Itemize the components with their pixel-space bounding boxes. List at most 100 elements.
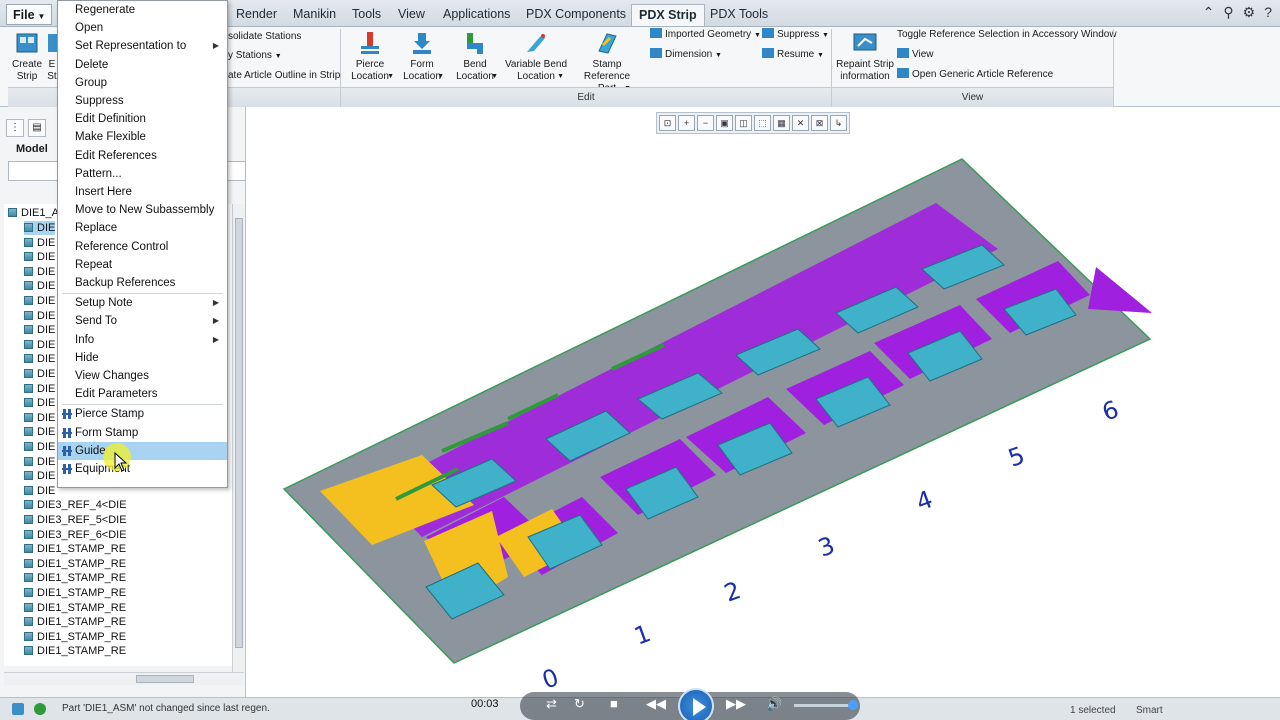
fast-forward-icon[interactable]: ▶▶ bbox=[726, 696, 746, 712]
annotation-display-icon[interactable]: ⊠ bbox=[811, 115, 828, 131]
settings-icon[interactable]: ⚙ bbox=[1243, 4, 1256, 24]
tree-item[interactable]: DIE bbox=[24, 367, 55, 381]
tree-item[interactable]: DIE3_REF_5<DIE bbox=[24, 513, 127, 527]
menu-item-open[interactable]: Open bbox=[58, 19, 227, 37]
tree-item[interactable]: DIE3_REF_4<DIE bbox=[24, 498, 127, 512]
tree-item[interactable]: DIE bbox=[24, 455, 55, 469]
menu-item-move-to-new-subassembly[interactable]: Move to New Subassembly bbox=[58, 201, 227, 219]
tree-item[interactable]: DIE bbox=[24, 279, 55, 293]
menu-item-hide[interactable]: Hide bbox=[58, 349, 227, 367]
tree-horizontal-scrollbar[interactable] bbox=[4, 672, 244, 685]
strip-layout-model[interactable]: 0 1 2 3 4 5 6 bbox=[246, 107, 1280, 697]
tab-view[interactable]: View bbox=[391, 4, 432, 26]
tree-item[interactable]: DIE bbox=[24, 323, 55, 337]
menu-item-edit-references[interactable]: Edit References bbox=[58, 147, 227, 165]
datum-display-icon[interactable]: ✕ bbox=[792, 115, 809, 131]
search-icon[interactable]: ⚲ bbox=[1223, 4, 1233, 24]
tree-item[interactable]: DIE bbox=[24, 396, 55, 410]
tab-applications[interactable]: Applications bbox=[436, 4, 517, 26]
zoom-out-icon[interactable]: − bbox=[697, 115, 714, 131]
bend-location-button[interactable]: Bend Location ▼ bbox=[450, 31, 500, 83]
tree-item[interactable]: DIE1_STAMP_RE bbox=[24, 644, 126, 658]
tab-manikin[interactable]: Manikin bbox=[286, 4, 343, 26]
tree-item[interactable]: DIE1_STAMP_RE bbox=[24, 571, 126, 585]
menu-item-repeat[interactable]: Repeat bbox=[58, 256, 227, 274]
tree-item[interactable]: DIE bbox=[24, 352, 55, 366]
tree-item[interactable]: DIE bbox=[24, 411, 55, 425]
tab-pdx-components[interactable]: PDX Components bbox=[519, 4, 633, 26]
menu-item-pierce-stamp[interactable]: Pierce Stamp bbox=[58, 405, 227, 423]
file-menu[interactable]: File ▼ bbox=[6, 4, 53, 25]
tree-item[interactable]: DIE bbox=[24, 484, 55, 498]
stop-icon[interactable]: ■ bbox=[610, 696, 618, 711]
help-icon[interactable]: ? bbox=[1264, 4, 1272, 24]
variable-bend-location-button[interactable]: Variable Bend Location ▼ bbox=[504, 31, 568, 83]
rewind-icon[interactable]: ◀◀ bbox=[646, 696, 666, 712]
tree-item[interactable]: DIE bbox=[24, 250, 55, 264]
volume-icon[interactable]: 🔊 bbox=[766, 696, 782, 712]
resume-button[interactable]: Resume ▼ bbox=[762, 47, 824, 63]
menu-item-suppress[interactable]: Suppress bbox=[58, 92, 227, 110]
consolidate-stations-button[interactable]: solidate Stations bbox=[228, 29, 301, 45]
chevron-up-icon[interactable]: ⌃ bbox=[1203, 4, 1215, 24]
tree-vertical-scrollbar[interactable] bbox=[232, 204, 244, 672]
menu-item-send-to[interactable]: Send To ▶ bbox=[58, 312, 227, 330]
scrollbar-thumb[interactable] bbox=[136, 675, 194, 683]
tab-pdx-strip[interactable]: PDX Strip bbox=[631, 4, 705, 26]
open-generic-article-button[interactable]: Open Generic Article Reference bbox=[897, 67, 1053, 83]
menu-item-equipment[interactable]: Equipment bbox=[58, 460, 227, 478]
display-style-icon[interactable]: ◫ bbox=[735, 115, 752, 131]
menu-item-backup-references[interactable]: Backup References bbox=[58, 274, 227, 292]
menu-item-edit-definition[interactable]: Edit Definition bbox=[58, 110, 227, 128]
tree-item[interactable]: DIE1_STAMP_RE bbox=[24, 630, 126, 644]
menu-item-pattern[interactable]: Pattern... bbox=[58, 165, 227, 183]
menu-item-delete[interactable]: Delete bbox=[58, 56, 227, 74]
tree-item[interactable]: DIE bbox=[24, 338, 55, 352]
menu-item-setup-note[interactable]: Setup Note ▶ bbox=[58, 294, 227, 312]
tree-item[interactable]: DIE bbox=[24, 382, 55, 396]
spin-center-icon[interactable]: ↳ bbox=[830, 115, 847, 131]
repaint-strip-button[interactable]: Repaint Strip information bbox=[834, 31, 896, 83]
refit-icon[interactable]: ⊡ bbox=[659, 115, 676, 131]
menu-item-group[interactable]: Group bbox=[58, 74, 227, 92]
tab-tools[interactable]: Tools bbox=[345, 4, 388, 26]
tree-item[interactable]: DIE bbox=[24, 309, 55, 323]
article-outline-button[interactable]: ate Article Outline in Strip bbox=[228, 68, 340, 84]
tab-pdx-tools[interactable]: PDX Tools bbox=[703, 4, 775, 26]
loop-icon[interactable]: ⇄ bbox=[546, 696, 557, 712]
menu-item-reference-control[interactable]: Reference Control bbox=[58, 238, 227, 256]
suppress-button[interactable]: Suppress ▼ bbox=[762, 27, 829, 43]
view-manager-icon[interactable]: ▦ bbox=[773, 115, 790, 131]
create-strip-button[interactable]: Create Strip bbox=[10, 31, 44, 83]
pierce-location-button[interactable]: Pierce Location ▼ bbox=[344, 31, 396, 83]
play-button[interactable] bbox=[678, 688, 714, 720]
dimension-button[interactable]: Dimension ▼ bbox=[650, 47, 722, 63]
menu-item-set-representation-to[interactable]: Set Representation to ▶ bbox=[58, 37, 227, 55]
repeat-icon[interactable]: ↻ bbox=[574, 696, 585, 712]
model-tree-icon[interactable]: ⋮ bbox=[6, 119, 24, 137]
tree-item[interactable]: DIE bbox=[24, 469, 55, 483]
tree-item[interactable]: DIE bbox=[24, 440, 55, 454]
tree-item[interactable]: DIE bbox=[24, 265, 55, 279]
saved-orientations-icon[interactable]: ⬚ bbox=[754, 115, 771, 131]
stamp-reference-part-button[interactable]: Stamp Reference Part▼ bbox=[569, 31, 645, 95]
imported-geometry-button[interactable]: Imported Geometry ▼ bbox=[650, 27, 761, 43]
repaint-icon[interactable]: ▣ bbox=[716, 115, 733, 131]
scrollbar-thumb[interactable] bbox=[235, 218, 243, 648]
copy-stations-button[interactable]: y Stations ▼ bbox=[228, 48, 282, 64]
tree-item[interactable]: DIE3_REF_6<DIE bbox=[24, 528, 127, 542]
menu-item-regenerate[interactable]: Regenerate bbox=[58, 1, 227, 19]
menu-item-insert-here[interactable]: Insert Here bbox=[58, 183, 227, 201]
tree-item[interactable]: DIE bbox=[24, 294, 55, 308]
layer-icon[interactable]: ▤ bbox=[28, 119, 46, 137]
menu-item-guide[interactable]: Guide bbox=[58, 441, 227, 460]
tree-root-item[interactable]: DIE1_A bbox=[8, 206, 59, 220]
tree-item[interactable]: DIE1_STAMP_RE bbox=[24, 601, 126, 615]
view-button[interactable]: View bbox=[897, 47, 934, 63]
toggle-reference-button[interactable]: Toggle Reference Selection in Accessory … bbox=[897, 27, 1117, 43]
tree-item[interactable]: DIE1_STAMP_RE bbox=[24, 615, 126, 629]
menu-item-make-flexible[interactable]: Make Flexible bbox=[58, 128, 227, 146]
selection-filter[interactable]: Smart bbox=[1136, 705, 1163, 716]
zoom-in-icon[interactable]: + bbox=[678, 115, 695, 131]
volume-slider-handle[interactable] bbox=[848, 700, 858, 710]
